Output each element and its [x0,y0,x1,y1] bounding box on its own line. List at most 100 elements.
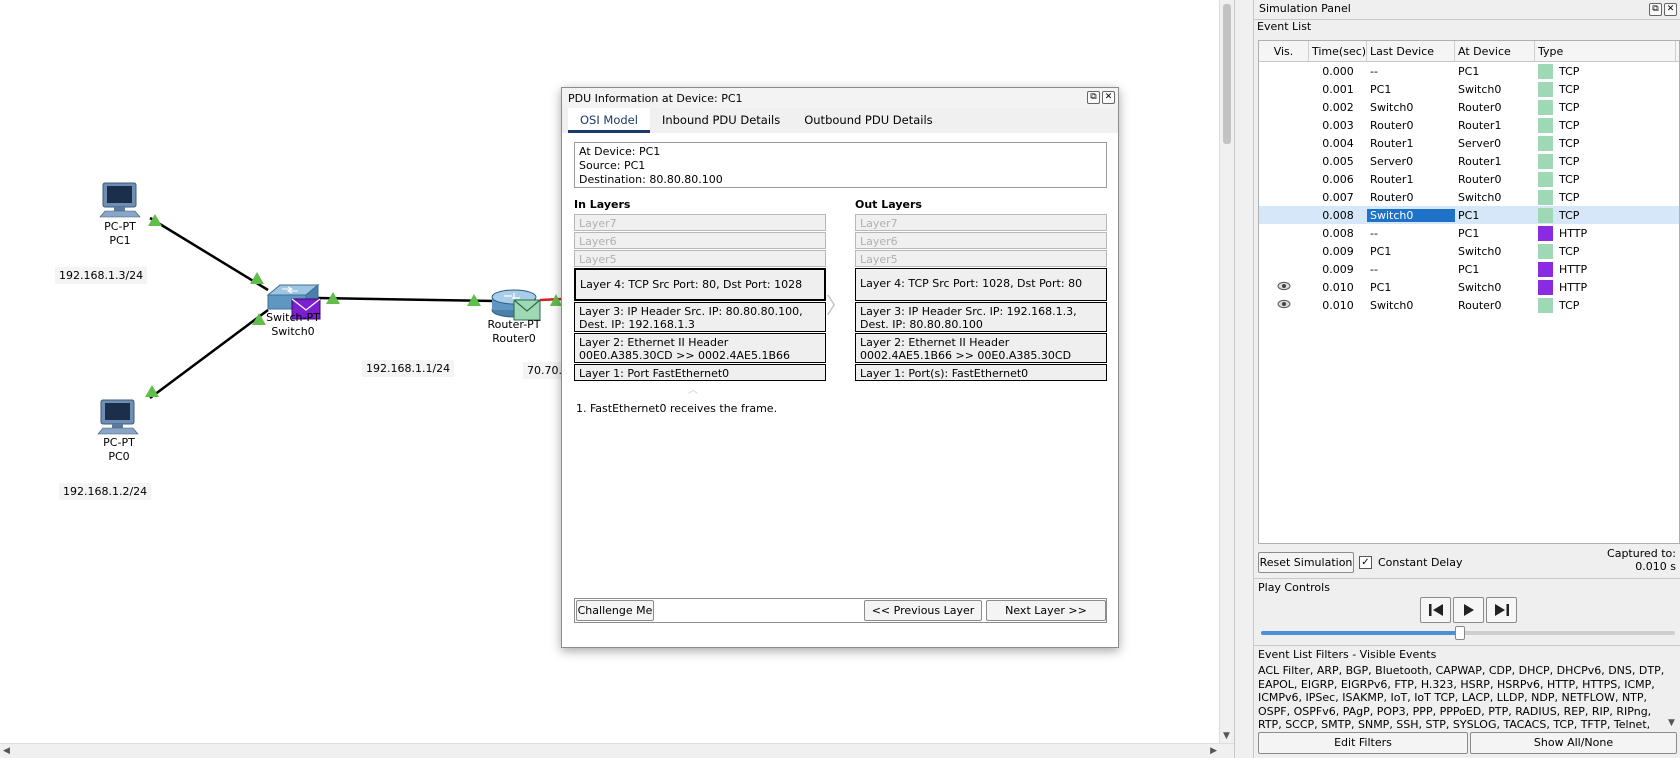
col-type[interactable]: Type [1535,41,1676,61]
eye-icon[interactable] [1277,299,1291,309]
in-layer-5[interactable]: Layer5 [574,250,826,267]
in-layer-6[interactable]: Layer6 [574,232,826,249]
event-time: 0.003 [1322,118,1354,132]
pdu-color-swatch[interactable] [1538,63,1553,79]
in-layer-3[interactable]: Layer 3: IP Header Src. IP: 80.80.80.100… [574,302,826,332]
switch-ip-label: 192.168.1.1/24 [362,360,455,377]
pdu-color-swatch[interactable] [1538,207,1553,223]
out-layer-1[interactable]: Layer 1: Port(s): FastEthernet0 [855,364,1107,381]
challenge-me-button[interactable]: Challenge Me [576,600,654,621]
in-layer-4[interactable]: Layer 4: TCP Src Port: 80, Dst Port: 102… [574,268,826,301]
event-row[interactable]: 0.006 Router1 Router0 TCP [1259,170,1679,188]
edit-filters-button[interactable]: Edit Filters [1258,732,1468,754]
close-icon[interactable]: ✕ [1664,3,1677,16]
pdu-information-dialog[interactable]: PDU Information at Device: PC1 ⧉ ✕ OSI M… [561,87,1119,648]
pdu-color-swatch[interactable] [1538,81,1553,97]
col-vis[interactable]: Vis. [1259,41,1309,61]
event-row[interactable]: 0.009 PC1 Switch0 TCP [1259,242,1679,260]
pdu-color-swatch[interactable] [1538,261,1553,277]
out-layer-6[interactable]: Layer6 [855,232,1107,249]
event-row[interactable]: 0.002 Switch0 Router0 TCP [1259,98,1679,116]
back-step-button[interactable] [1420,597,1451,623]
event-row[interactable]: 0.010 PC1 Switch0 HTTP [1259,278,1679,296]
event-time: 0.004 [1322,136,1354,150]
out-layer-4[interactable]: Layer 4: TCP Src Port: 1028, Dst Port: 8… [855,268,1107,301]
event-row[interactable]: 0.000 -- PC1 TCP [1259,62,1679,80]
reset-simulation-button[interactable]: Reset Simulation [1258,552,1354,573]
in-layer-2[interactable]: Layer 2: Ethernet II Header 00E0.A385.30… [574,333,826,363]
slider-handle[interactable] [1454,626,1465,640]
switch0-label: Switch-PT Switch0 [266,311,320,338]
pdu-color-swatch[interactable] [1538,117,1553,133]
float-window-icon[interactable]: ⧉ [1649,3,1662,16]
previous-layer-button[interactable]: << Previous Layer [864,600,982,621]
float-window-icon[interactable]: ⧉ [1087,91,1100,104]
event-type: TCP [1535,63,1675,79]
event-time: 0.006 [1322,172,1354,186]
scroll-left-icon[interactable]: ◀ [3,746,10,756]
pdu-color-swatch[interactable] [1538,279,1553,295]
event-vis-cell[interactable] [1259,281,1309,294]
next-layer-button[interactable]: Next Layer >> [986,600,1106,621]
panel-scroll-down-icon[interactable]: ▼ [1668,718,1675,728]
dialog-titlebar[interactable]: PDU Information at Device: PC1 ⧉ ✕ [562,88,1118,108]
event-row[interactable]: 0.004 Router1 Server0 TCP [1259,134,1679,152]
tab-osi-model[interactable]: OSI Model [568,108,650,133]
event-vis-cell[interactable] [1259,299,1309,312]
scroll-down-icon[interactable]: ▼ [1223,731,1230,741]
col-last-device[interactable]: Last Device [1367,41,1455,61]
event-row[interactable]: 0.010 Switch0 Router0 TCP [1259,296,1679,314]
event-row[interactable]: 0.008 -- PC1 HTTP [1259,224,1679,242]
in-layer-7[interactable]: Layer7 [574,214,826,231]
event-at-device: Router0 [1458,100,1502,114]
pdu-color-swatch[interactable] [1538,225,1553,241]
pdu-color-swatch[interactable] [1538,135,1553,151]
event-at-device: PC1 [1458,64,1480,78]
pdu-envelope-icon[interactable] [513,299,541,321]
event-last-device: PC1 [1370,82,1392,96]
scrollbar-thumb[interactable] [1223,4,1231,144]
event-list-table[interactable]: Vis. Time(sec) Last Device At Device Typ… [1258,40,1680,544]
show-all-none-button[interactable]: Show All/None [1470,732,1677,754]
forward-step-button[interactable] [1486,597,1517,623]
event-last-device: Switch0 [1370,100,1414,114]
event-row[interactable]: 0.001 PC1 Switch0 TCP [1259,80,1679,98]
event-row[interactable]: 0.005 Server0 Router1 TCP [1259,152,1679,170]
tab-inbound-pdu[interactable]: Inbound PDU Details [650,108,792,133]
event-type-label: HTTP [1559,262,1588,276]
event-last-device: Router0 [1370,190,1414,204]
event-type: HTTP [1535,279,1675,295]
play-button[interactable] [1453,597,1484,623]
close-icon[interactable]: ✕ [1102,91,1115,104]
event-row[interactable]: 0.007 Router0 Switch0 TCP [1259,188,1679,206]
pdu-color-swatch[interactable] [1538,171,1553,187]
col-at-device[interactable]: At Device [1455,41,1535,61]
pdu-color-swatch[interactable] [1538,99,1553,115]
out-layer-2[interactable]: Layer 2: Ethernet II Header 0002.4AE5.1B… [855,333,1107,363]
out-layer-5[interactable]: Layer5 [855,250,1107,267]
constant-delay-checkbox[interactable]: ✓ [1359,556,1372,569]
event-filters-title: Event List Filters - Visible Events [1258,648,1437,661]
out-layer-7[interactable]: Layer7 [855,214,1107,231]
event-time: 0.002 [1322,100,1354,114]
scroll-right-icon[interactable]: ▶ [1210,746,1217,756]
event-row[interactable]: 0.008 Switch0 PC1 TCP [1259,206,1679,224]
event-row[interactable]: 0.009 -- PC1 HTTP [1259,260,1679,278]
event-last-device: Router1 [1370,172,1414,186]
pc0-ip-label: 192.168.1.2/24 [59,483,152,500]
out-layer-3[interactable]: Layer 3: IP Header Src. IP: 192.168.1.3,… [855,302,1107,332]
pdu-color-swatch[interactable] [1538,297,1553,313]
col-time[interactable]: Time(sec) [1309,41,1367,61]
tab-outbound-pdu[interactable]: Outbound PDU Details [792,108,944,133]
workspace-vertical-scrollbar[interactable]: ▼ [1219,0,1234,743]
pc1-device-icon[interactable] [99,182,141,218]
pdu-color-swatch[interactable] [1538,243,1553,259]
pdu-color-swatch[interactable] [1538,153,1553,169]
pc0-device-icon[interactable] [97,399,139,435]
workspace-horizontal-scrollbar[interactable]: ◀ ▶ [0,743,1234,758]
eye-icon[interactable] [1277,281,1291,291]
event-row[interactable]: 0.003 Router0 Router1 TCP [1259,116,1679,134]
pdu-color-swatch[interactable] [1538,189,1553,205]
in-layer-1[interactable]: Layer 1: Port FastEthernet0 [574,364,826,381]
play-speed-slider[interactable] [1261,626,1675,640]
